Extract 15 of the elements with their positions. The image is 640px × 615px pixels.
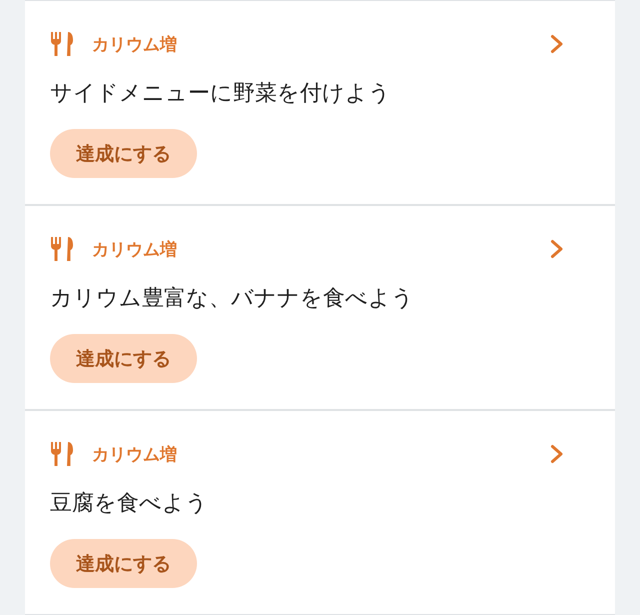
task-title: カリウム豊富な、バナナを食べよう	[50, 285, 415, 313]
task-title: 豆腐を食べよう	[50, 490, 209, 518]
chevron-right-icon[interactable]	[550, 34, 564, 54]
category-label: カリウム増	[92, 238, 177, 260]
complete-button[interactable]: 達成にする	[50, 334, 197, 383]
category-label: カリウム増	[92, 444, 177, 466]
complete-button[interactable]: 達成にする	[50, 129, 197, 178]
category-label: カリウム増	[92, 34, 177, 56]
fork-knife-icon	[50, 236, 74, 262]
chevron-right-icon[interactable]	[550, 444, 564, 464]
fork-knife-icon	[50, 441, 74, 467]
complete-button[interactable]: 達成にする	[50, 539, 197, 588]
chevron-right-icon[interactable]	[550, 239, 564, 259]
fork-knife-icon	[50, 31, 74, 57]
task-title: サイドメニューに野菜を付けよう	[50, 80, 392, 108]
